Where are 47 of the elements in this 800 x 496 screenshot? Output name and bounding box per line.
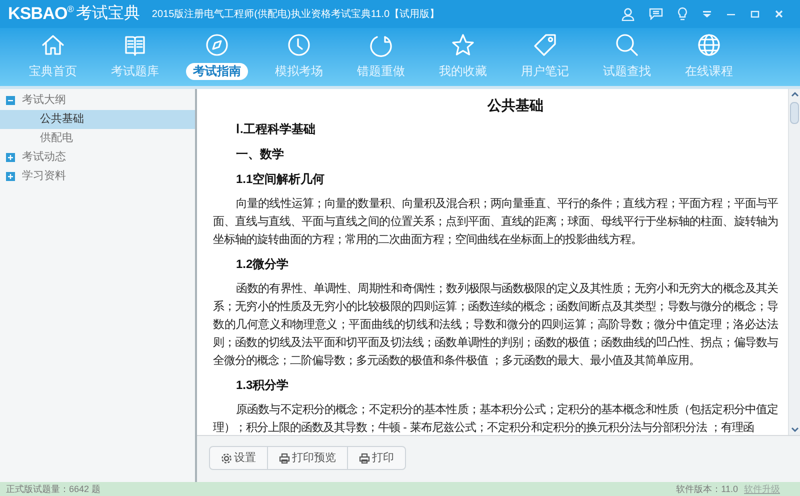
logo: KSBAO	[8, 3, 68, 26]
software-version: 软件版本：11.0	[676, 484, 738, 494]
scroll-down-icon[interactable]	[790, 425, 800, 435]
printer-icon	[279, 452, 290, 464]
maximize-icon[interactable]	[750, 9, 760, 19]
paragraph: 原函数与不定积分的概念；不定积分的基本性质；基本积分公式；定积分的基本概念和性质（包括定积分中值定理）；积分上限的函数及其导数；牛顿 - 莱布尼兹公式；不定积分和定积分的换元积分法与分部积分法 ；有理函	[213, 402, 778, 435]
search-icon[interactable]	[614, 32, 640, 58]
gear-icon	[221, 452, 232, 464]
tree-item[interactable]: 公共基础	[0, 110, 195, 129]
section-heading: 1.2微分学	[235, 256, 290, 273]
tree-item[interactable]: 考试大纲	[22, 92, 66, 109]
section-heading: 一、数学	[235, 146, 285, 163]
registered-mark: ®	[67, 3, 74, 16]
tree-item[interactable]: 学习资料	[22, 168, 66, 185]
close-icon[interactable]	[774, 9, 784, 19]
toolbar-button[interactable]: 打印预览	[267, 447, 347, 469]
paragraph: 向量的线性运算；向量的数量积、向量积及混合积；两向量垂直、平行的条件；直线方程；平面方程；平面与平面、直线与直线、平面与直线之间的位置关系；点到平面、直线的距离；球面、母线平行于坐标轴的柱面、旋转轴为坐标轴的旋转曲面的方程；常用的二次曲面方程；空间曲线在坐标面上的投影曲线方程。	[213, 196, 778, 248]
collapse-icon[interactable]	[6, 96, 15, 105]
user-icon[interactable]	[621, 7, 635, 21]
expand-icon[interactable]	[6, 172, 15, 181]
section-heading: 1.1空间解析几何	[235, 171, 326, 188]
home-icon[interactable]	[40, 32, 66, 58]
scroll-up-icon[interactable]	[790, 89, 800, 99]
question-count: 正式版试题量：6642 题	[6, 484, 101, 494]
expand-icon[interactable]	[6, 153, 15, 162]
clock-icon[interactable]	[286, 32, 312, 58]
scroll-thumb[interactable]	[790, 102, 799, 124]
section-heading: Ⅰ.工程科学基础	[235, 121, 316, 138]
tree-item[interactable]: 供配电	[0, 129, 195, 148]
lightbulb-icon[interactable]	[677, 7, 688, 21]
toolbar-button[interactable]: 打印	[347, 447, 405, 469]
globe-icon[interactable]	[696, 32, 722, 58]
tag-icon[interactable]	[532, 32, 558, 58]
paragraph: 函数的有界性、单调性、周期性和奇偶性；数列极限与函数极限的定义及其性质；无穷小和无穷大的概念及其关系；无穷小的性质及无穷小的比较极限的四则运算；函数连续的概念；函数间断点及其类型；导数与微分的概念；导数的几何意义和物理意义；平面曲线的切线和法线；导数和微分的四则运算；高阶导数；微分中值定理；洛必达法则；函数的切线及法平面和切平面及切法线；函数单调性的判别；函数的极值；函数曲线的凹凸性、拐点；偏导数与全微分的概念；二阶偏导数；多元函数的极值和条件极值 ；多元函数的最大、最小值及其简单应用。	[213, 281, 778, 369]
section-heading: 1.3积分学	[235, 377, 290, 394]
star-icon[interactable]	[450, 32, 476, 58]
dropdown-icon[interactable]	[702, 10, 712, 18]
chat-icon[interactable]	[649, 8, 663, 20]
printer-icon	[359, 452, 370, 464]
document-title: 公共基础	[486, 96, 544, 115]
logo-text: 考试宝典	[76, 4, 140, 24]
toolbar-button[interactable]: 设置	[210, 447, 267, 469]
nav-tab[interactable]: 考试指南	[186, 63, 248, 80]
compass-icon[interactable]	[204, 32, 230, 58]
tree-item[interactable]: 考试动态	[22, 149, 66, 166]
scrollbar[interactable]	[788, 89, 800, 435]
window-title: 2015版注册电气工程师(供配电)执业资格考试宝典11.0【试用版】	[152, 8, 440, 22]
